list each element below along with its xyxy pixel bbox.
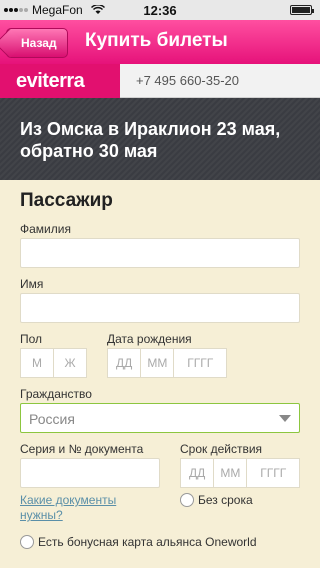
expiry-month-input[interactable]: ММ — [214, 459, 248, 487]
expiry-date-field: ДД ММ ГГГГ — [180, 458, 300, 488]
brand-bar: eviterra +7 495 660-35-20 — [0, 64, 320, 98]
checkbox-icon — [20, 535, 34, 549]
page-title: Купить билеты — [85, 30, 228, 51]
passenger-form: Пассажир Фамилия Имя Пол М Ж Дата рожден… — [0, 180, 320, 568]
battery-icon — [290, 5, 314, 15]
birthdate-year-input[interactable]: ГГГГ — [174, 349, 226, 377]
gender-label: Пол — [20, 332, 43, 346]
gender-selector: М Ж — [20, 348, 87, 378]
back-button-label: Назад — [21, 36, 57, 50]
birthdate-day-input[interactable]: ДД — [108, 349, 142, 377]
phone-number[interactable]: +7 495 660-35-20 — [136, 73, 239, 88]
route-heading: Из Омска в Ираклион 23 мая, обратно 30 м… — [20, 119, 281, 161]
route-header: Из Омска в Ираклион 23 мая, обратно 30 м… — [0, 98, 320, 180]
eviterra-logo[interactable]: eviterra — [0, 64, 120, 98]
status-bar: MegaFon 12:36 — [0, 0, 320, 20]
expiry-label: Срок действия — [180, 442, 263, 456]
navigation-bar: Назад Купить билеты — [0, 20, 320, 64]
clock: 12:36 — [143, 3, 177, 18]
expiry-year-input[interactable]: ГГГГ — [247, 459, 299, 487]
expiry-day-input[interactable]: ДД — [181, 459, 215, 487]
no-expiry-checkbox[interactable]: Без срока — [180, 493, 253, 507]
back-button[interactable]: Назад — [6, 28, 68, 58]
name-field[interactable] — [20, 293, 300, 323]
no-expiry-label: Без срока — [198, 493, 253, 507]
birthdate-label: Дата рождения — [107, 332, 192, 346]
bonus-card-checkbox[interactable]: Есть бонусная карта альянса Oneworld — [20, 535, 257, 549]
citizenship-value: Россия — [29, 411, 75, 427]
document-number-field[interactable] — [20, 458, 160, 488]
gender-male-option[interactable]: М — [21, 349, 54, 377]
surname-field[interactable] — [20, 238, 300, 268]
citizenship-label: Гражданство — [20, 387, 92, 401]
bonus-card-label: Есть бонусная карта альянса Oneworld — [38, 535, 257, 549]
birthdate-field: ДД ММ ГГГГ — [107, 348, 227, 378]
surname-label: Фамилия — [20, 222, 71, 236]
document-label: Серия и № документа — [20, 442, 144, 456]
documents-help-link[interactable]: Какие документы нужны? — [20, 493, 140, 523]
section-title: Пассажир — [20, 190, 113, 211]
chevron-down-icon — [279, 415, 291, 422]
gender-female-option[interactable]: Ж — [54, 349, 86, 377]
name-label: Имя — [20, 277, 44, 291]
birthdate-month-input[interactable]: ММ — [141, 349, 175, 377]
citizenship-select[interactable]: Россия — [20, 403, 300, 433]
checkbox-icon — [180, 493, 194, 507]
